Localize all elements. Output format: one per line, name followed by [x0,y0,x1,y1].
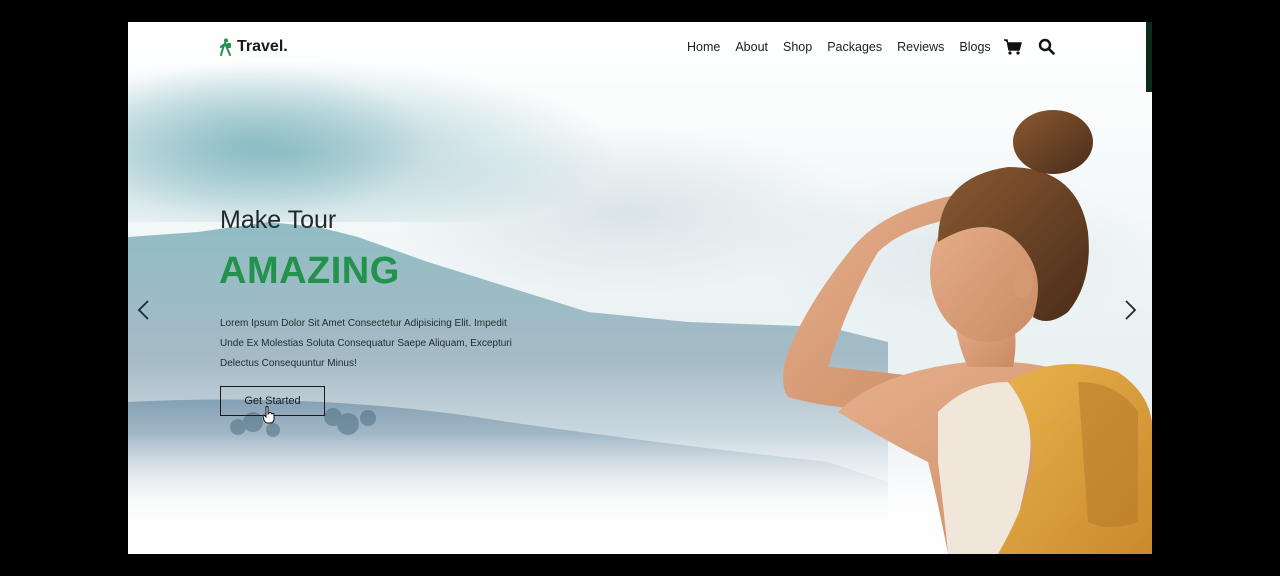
chevron-left-icon [137,300,149,320]
nav-item-about[interactable]: About [735,40,768,54]
nav-item-blogs[interactable]: Blogs [959,40,990,54]
nav-item-reviews[interactable]: Reviews [897,40,944,54]
brand-name: Travel. [237,38,288,55]
chevron-right-icon [1125,300,1137,320]
slider-prev-button[interactable] [134,298,154,322]
nav-item-shop[interactable]: Shop [783,40,812,54]
hero-description-line: Lorem Ipsum Dolor Sit Amet Consectetur A… [220,318,507,329]
main-nav: Home About Shop Packages Reviews Blogs [687,40,991,54]
cart-icon[interactable] [1004,38,1022,55]
hero-page: Travel. Home About Shop Packages Reviews… [128,22,1152,554]
search-icon[interactable] [1038,38,1055,55]
logo[interactable]: Travel. [219,38,288,56]
slider-next-button[interactable] [1120,298,1140,322]
hero-description-line: Unde Ex Molestias Soluta Consequatur Sae… [220,338,512,349]
hero-subtitle: Make Tour [220,206,337,234]
nav-item-packages[interactable]: Packages [827,40,882,54]
hiker-icon [220,38,231,56]
hand-cursor-icon [262,406,275,424]
site-header: Travel. Home About Shop Packages Reviews… [128,22,1152,74]
header-actions [1004,38,1055,55]
traveler-woman-image [783,110,1152,554]
hero-title: AMAZING [219,250,400,292]
hero-description: Lorem Ipsum Dolor Sit Amet Consectetur A… [220,314,550,374]
hero-description-line: Delectus Consequuntur Minus! [220,358,357,369]
nav-item-home[interactable]: Home [687,40,720,54]
